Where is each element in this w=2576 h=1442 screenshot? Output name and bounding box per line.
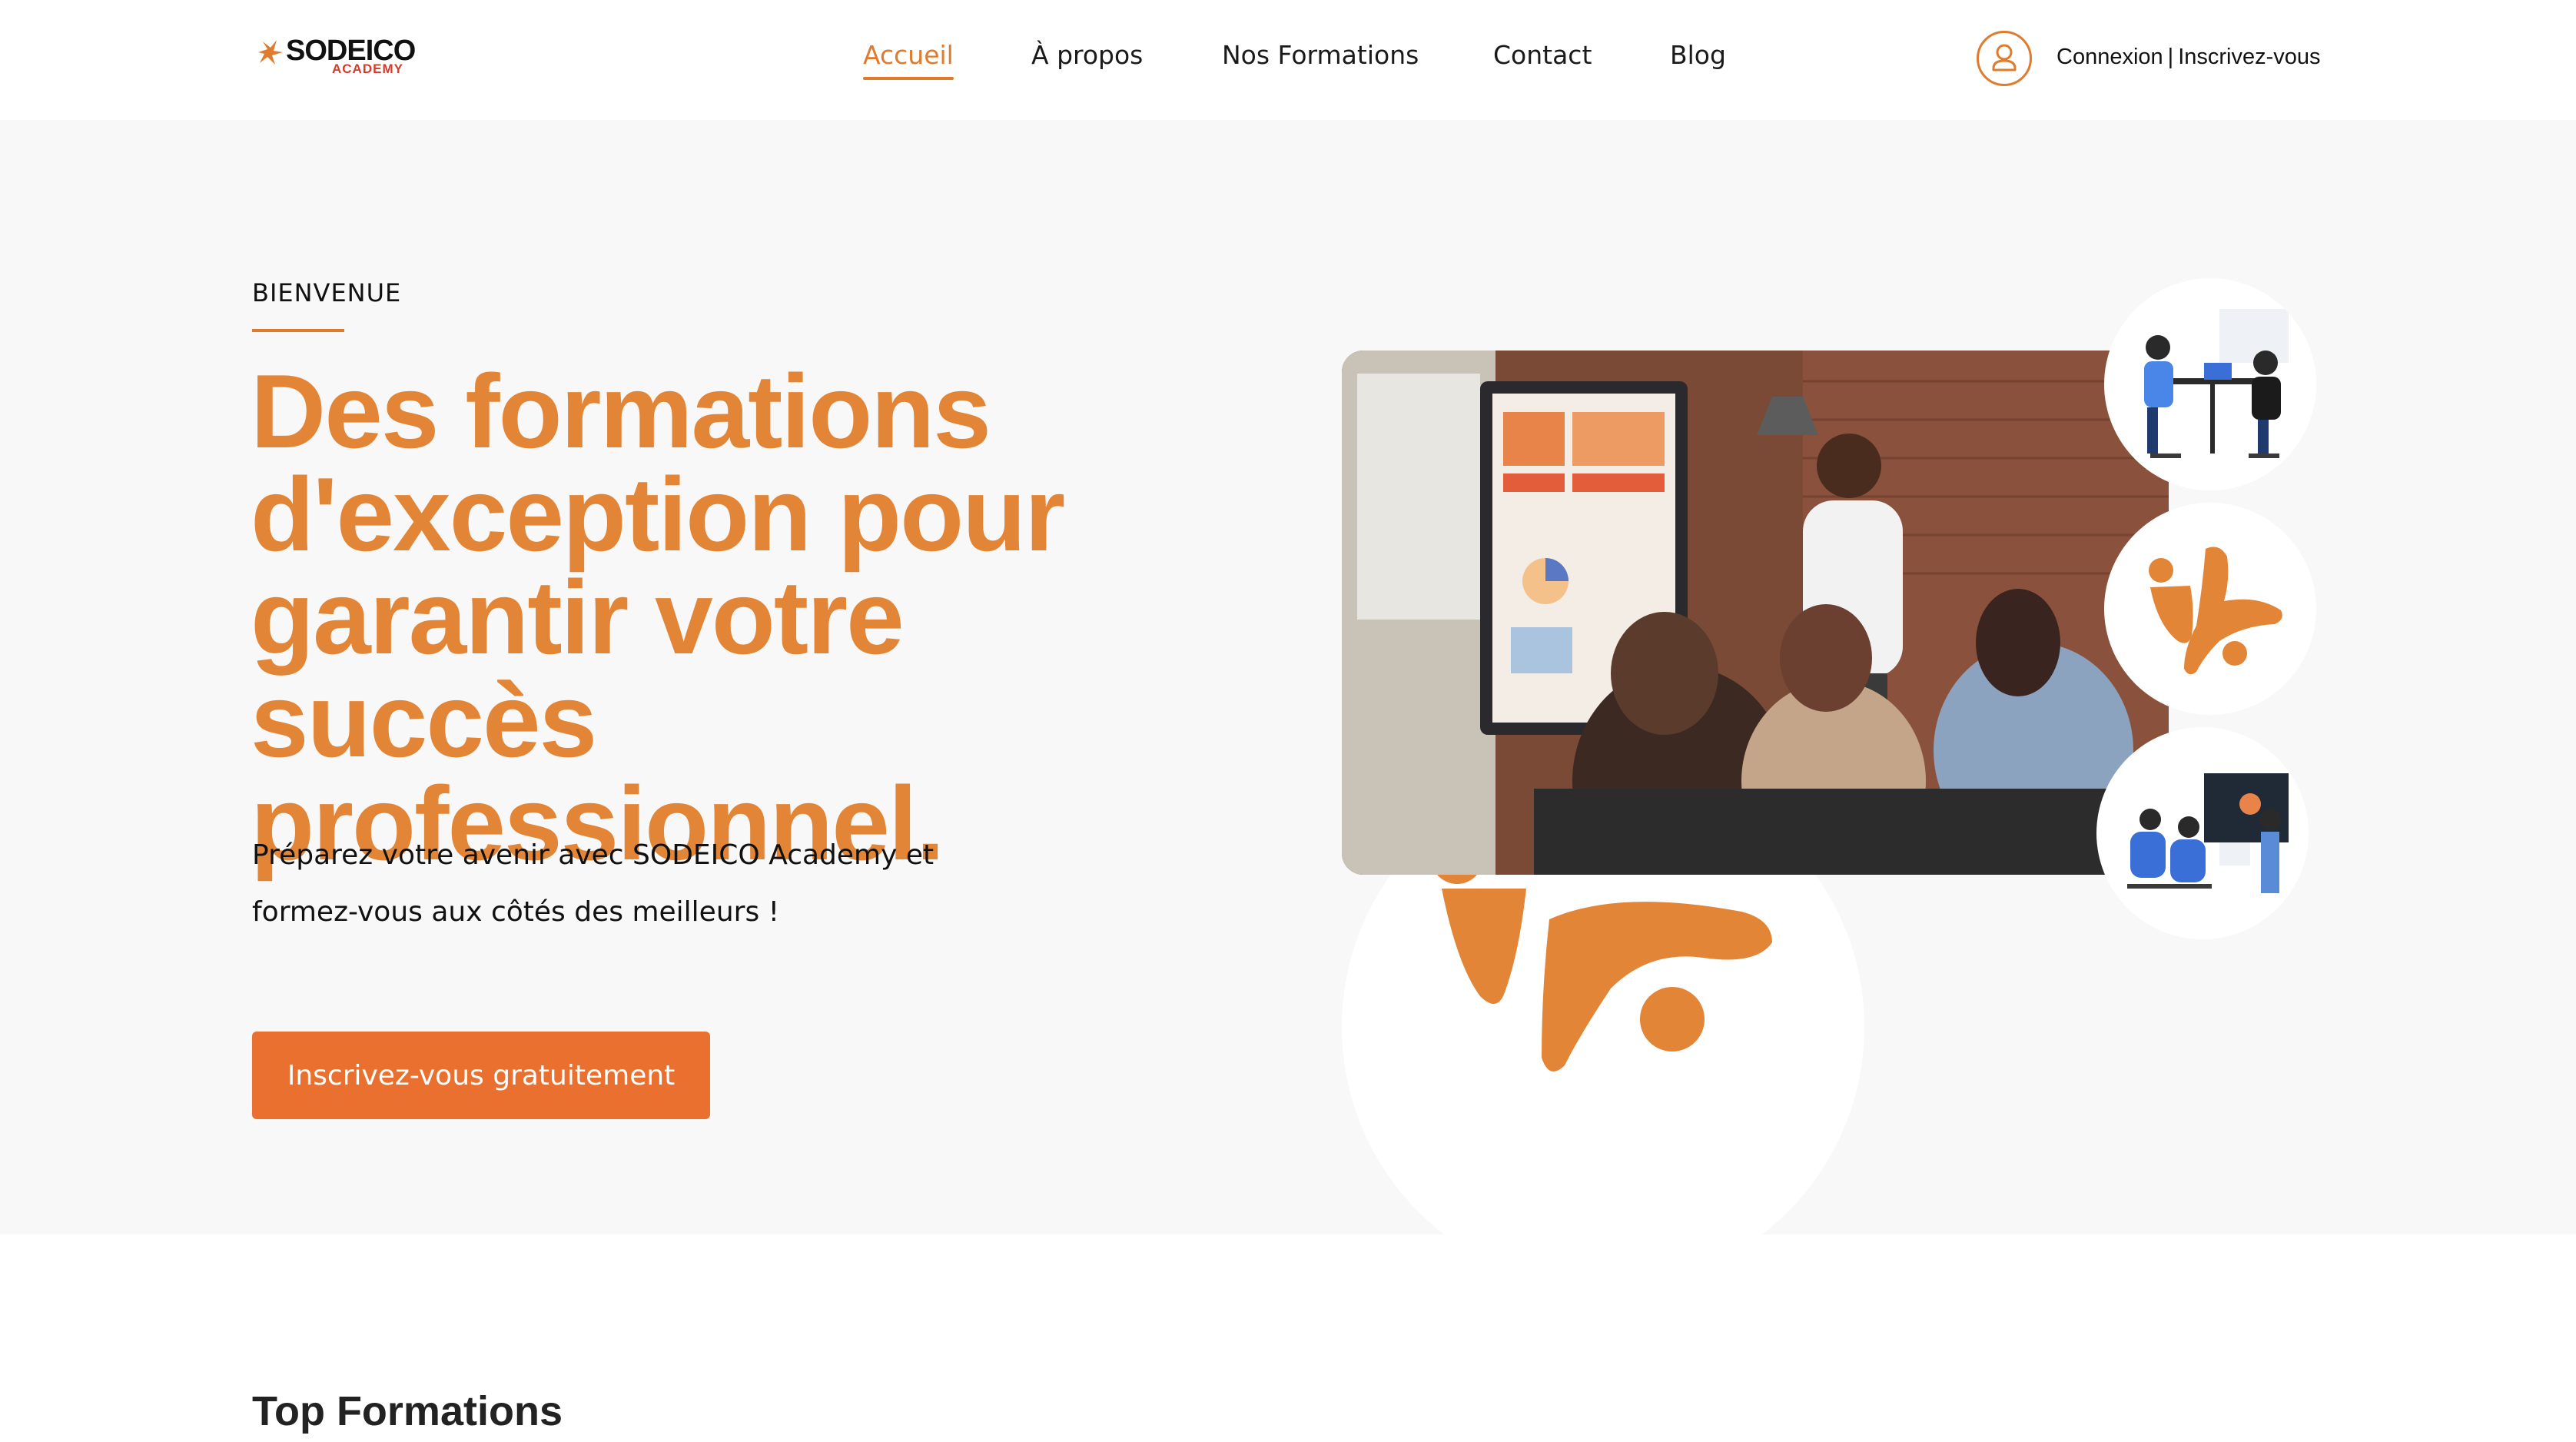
site-header: SODEICO ACADEMY Accueil À propos Nos For… (0, 0, 2576, 120)
hero-kicker: BIENVENUE (252, 278, 402, 307)
illustration-presentation-circle (2096, 727, 2309, 939)
sodeico-logo[interactable]: SODEICO ACADEMY (254, 34, 416, 80)
login-link[interactable]: Connexion (2056, 45, 2163, 69)
auth-links: Connexion | Inscrivez-vous (2056, 40, 2321, 74)
meeting-photo (1342, 351, 2169, 875)
nav-item-blog[interactable]: Blog (1670, 34, 1726, 77)
hero-title: Des formations d'exception pour garantir… (251, 353, 1065, 882)
nav-item-a-propos[interactable]: À propos (1031, 34, 1143, 77)
logo-mark-circle (2104, 503, 2316, 715)
user-glyph-icon (1992, 44, 2017, 71)
signup-link[interactable]: Inscrivez-vous (2178, 45, 2320, 69)
hero-section: BIENVENUE Des formations d'exception pou… (0, 120, 2576, 1288)
auth-separator: | (2167, 45, 2174, 69)
signup-free-button[interactable]: Inscrivez-vous gratuitement (252, 1032, 710, 1119)
nav-item-nos-formations[interactable]: Nos Formations (1222, 34, 1419, 77)
meeting-scene-image (1342, 351, 2169, 875)
hero-description: Préparez votre avenir avec SODEICO Acade… (252, 839, 934, 928)
nav-item-accueil[interactable]: Accueil (863, 34, 954, 80)
nav-item-contact[interactable]: Contact (1493, 34, 1592, 77)
illustration-team-circle (2104, 278, 2316, 490)
top-formations-title: Top Formations (252, 1388, 563, 1434)
logo-star-icon (258, 40, 283, 65)
presentation-illustration (2127, 773, 2289, 893)
kicker-underline (252, 329, 344, 332)
user-icon[interactable] (1977, 31, 2032, 86)
logo-subtitle: ACADEMY (332, 61, 403, 76)
brand-star-icon (2149, 547, 2282, 675)
team-work-illustration (2144, 309, 2289, 458)
